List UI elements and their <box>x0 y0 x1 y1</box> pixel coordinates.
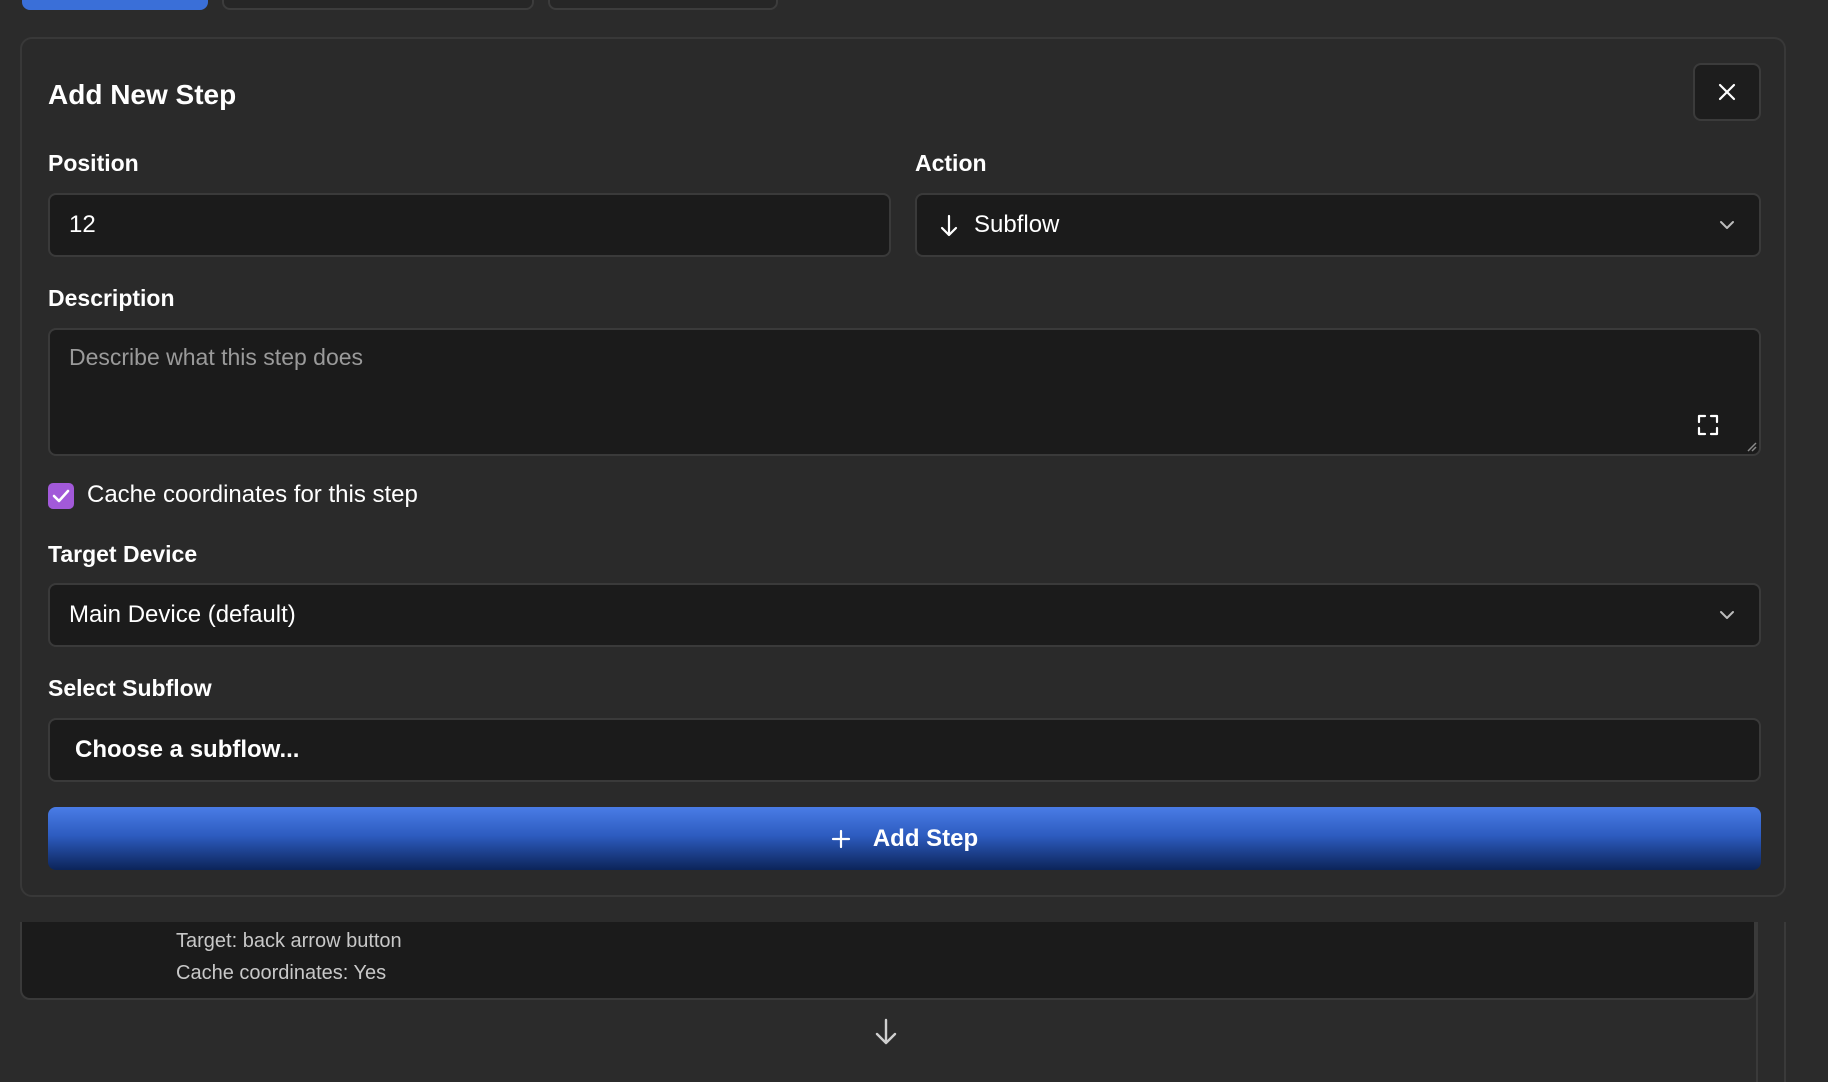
plus-icon <box>831 829 850 848</box>
subflow-value: Choose a subflow... <box>75 736 300 763</box>
description-textarea[interactable]: Describe what this step does <box>48 328 1761 456</box>
chevron-down-icon <box>1720 611 1734 619</box>
tab-second[interactable] <box>222 0 534 10</box>
cache-checkbox[interactable] <box>48 483 74 509</box>
action-label: Action <box>915 150 987 176</box>
add-step-panel: Add New Step Position 12 Action Subflow … <box>20 37 1786 897</box>
step-card[interactable]: Target: back arrow button Cache coordina… <box>20 922 1756 1000</box>
action-select[interactable]: Subflow <box>915 193 1761 257</box>
position-value: 12 <box>69 211 96 238</box>
description-placeholder: Describe what this step does <box>69 344 364 370</box>
position-label: Position <box>48 150 139 176</box>
divider <box>1784 922 1786 1082</box>
target-device-label: Target Device <box>48 541 198 567</box>
cache-checkbox-label[interactable]: Cache coordinates for this step <box>87 481 418 509</box>
description-label: Description <box>48 285 175 311</box>
add-step-button[interactable]: Add Step <box>48 807 1761 870</box>
arrow-down-icon <box>875 1018 897 1045</box>
divider <box>1756 922 1758 1082</box>
panel-title: Add New Step <box>48 79 237 110</box>
checkmark-icon <box>52 489 70 503</box>
step-cache-text: Cache coordinates: Yes <box>176 962 387 984</box>
close-button[interactable] <box>1693 63 1761 121</box>
position-input[interactable]: 12 <box>48 193 891 257</box>
step-target-text: Target: back arrow button <box>176 930 402 952</box>
tab-active[interactable] <box>22 0 208 10</box>
add-step-label: Add Step <box>872 824 979 852</box>
chevron-down-icon <box>1720 221 1734 229</box>
close-icon <box>1718 83 1736 101</box>
target-device-value: Main Device (default) <box>69 601 296 628</box>
resize-handle-icon[interactable] <box>1745 440 1757 452</box>
arrow-down-icon <box>940 214 958 237</box>
subflow-label: Select Subflow <box>48 675 212 701</box>
action-value: Subflow <box>974 211 1060 238</box>
subflow-select[interactable]: Choose a subflow... <box>48 718 1761 782</box>
tab-third[interactable] <box>548 0 778 10</box>
target-device-select[interactable]: Main Device (default) <box>48 583 1761 647</box>
expand-icon[interactable] <box>1697 414 1719 436</box>
